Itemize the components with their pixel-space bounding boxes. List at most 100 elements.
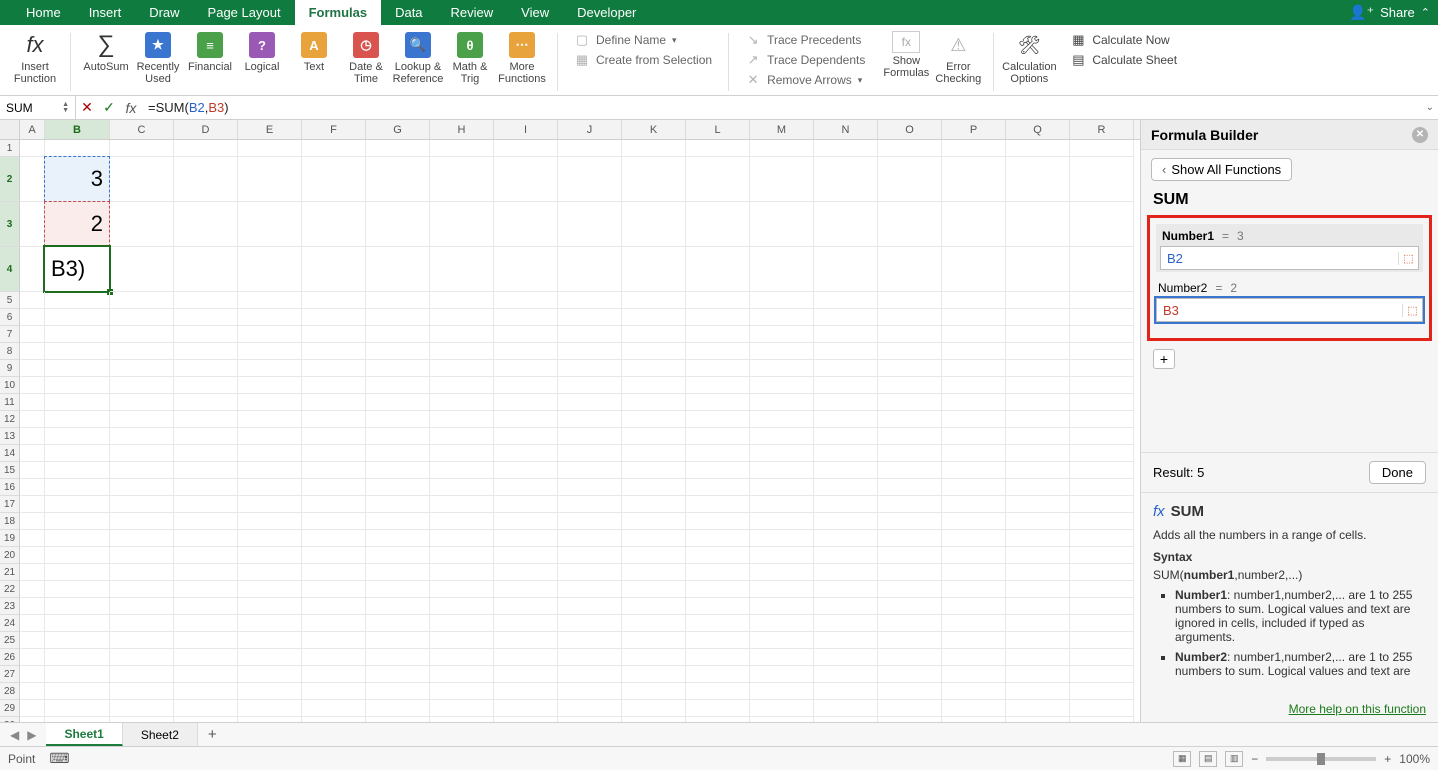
cell[interactable]: [366, 530, 430, 547]
cell[interactable]: [110, 581, 174, 598]
cell[interactable]: [1006, 496, 1070, 513]
cell[interactable]: [1070, 581, 1134, 598]
cell[interactable]: [238, 360, 302, 377]
cell[interactable]: [302, 717, 366, 722]
zoom-out-button[interactable]: −: [1251, 752, 1258, 766]
cell[interactable]: [750, 598, 814, 615]
cell[interactable]: [45, 564, 110, 581]
cell[interactable]: [750, 717, 814, 722]
cell[interactable]: [558, 581, 622, 598]
cell[interactable]: [430, 700, 494, 717]
tab-home[interactable]: Home: [12, 0, 75, 25]
cell[interactable]: [1070, 247, 1134, 292]
cell[interactable]: [20, 202, 45, 247]
row-header[interactable]: 4: [0, 247, 20, 292]
cell[interactable]: [430, 581, 494, 598]
cell[interactable]: [942, 530, 1006, 547]
cell[interactable]: [1006, 309, 1070, 326]
cell[interactable]: [45, 360, 110, 377]
cell[interactable]: [750, 157, 814, 202]
cell[interactable]: [238, 598, 302, 615]
cell[interactable]: [1006, 377, 1070, 394]
arg1-field[interactable]: [1161, 251, 1398, 266]
cell[interactable]: [20, 377, 45, 394]
cell[interactable]: [20, 157, 45, 202]
row-header[interactable]: 25: [0, 632, 20, 649]
cell[interactable]: [430, 649, 494, 666]
cell[interactable]: [750, 394, 814, 411]
cell[interactable]: [558, 666, 622, 683]
cell[interactable]: [45, 513, 110, 530]
cell[interactable]: [430, 547, 494, 564]
cell[interactable]: [878, 309, 942, 326]
cell[interactable]: [622, 479, 686, 496]
cell[interactable]: [1070, 445, 1134, 462]
cell[interactable]: [558, 445, 622, 462]
cell[interactable]: [302, 479, 366, 496]
cell[interactable]: [110, 513, 174, 530]
lookup-button[interactable]: 🔍Lookup &Reference: [395, 31, 441, 85]
cell[interactable]: [366, 360, 430, 377]
cell[interactable]: [494, 343, 558, 360]
cell[interactable]: [302, 309, 366, 326]
cell[interactable]: [174, 581, 238, 598]
cell[interactable]: [302, 157, 366, 202]
cell[interactable]: [366, 157, 430, 202]
cell[interactable]: [20, 683, 45, 700]
cell[interactable]: [494, 666, 558, 683]
cell[interactable]: [750, 247, 814, 292]
cell[interactable]: [1006, 394, 1070, 411]
cell[interactable]: [814, 360, 878, 377]
calc-options-button[interactable]: 🛠CalculationOptions: [1006, 31, 1052, 85]
cell[interactable]: [302, 649, 366, 666]
cell[interactable]: [45, 292, 110, 309]
cell[interactable]: [110, 564, 174, 581]
cell[interactable]: [302, 377, 366, 394]
cell[interactable]: [238, 309, 302, 326]
text-button[interactable]: AText: [291, 31, 337, 73]
cell[interactable]: [622, 649, 686, 666]
cell[interactable]: [238, 377, 302, 394]
cell[interactable]: [686, 717, 750, 722]
cell[interactable]: [622, 343, 686, 360]
cell[interactable]: [494, 581, 558, 598]
cell[interactable]: [750, 700, 814, 717]
cell[interactable]: [110, 247, 174, 292]
cell[interactable]: 2: [45, 202, 110, 247]
cell[interactable]: [494, 649, 558, 666]
cell[interactable]: [622, 445, 686, 462]
cell[interactable]: [430, 717, 494, 722]
cell[interactable]: [110, 462, 174, 479]
cell[interactable]: [366, 343, 430, 360]
cell[interactable]: [686, 309, 750, 326]
cell[interactable]: [366, 377, 430, 394]
cell[interactable]: [1006, 140, 1070, 157]
cell[interactable]: [110, 157, 174, 202]
cell[interactable]: [302, 683, 366, 700]
cell[interactable]: [622, 717, 686, 722]
cell[interactable]: [686, 377, 750, 394]
sheet-tab-2[interactable]: Sheet2: [123, 723, 198, 746]
cell[interactable]: [1070, 615, 1134, 632]
row-header[interactable]: 19: [0, 530, 20, 547]
cell[interactable]: [942, 326, 1006, 343]
cell[interactable]: [174, 309, 238, 326]
cell[interactable]: [110, 326, 174, 343]
col-header-c[interactable]: C: [110, 120, 174, 139]
cell[interactable]: [1006, 157, 1070, 202]
row-header[interactable]: 15: [0, 462, 20, 479]
cell[interactable]: [558, 292, 622, 309]
cell[interactable]: [430, 140, 494, 157]
cell[interactable]: [45, 598, 110, 615]
cell[interactable]: [686, 683, 750, 700]
tab-review[interactable]: Review: [437, 0, 508, 25]
cell[interactable]: 3: [45, 157, 110, 202]
cell[interactable]: [430, 530, 494, 547]
cell[interactable]: [45, 411, 110, 428]
cell[interactable]: [110, 479, 174, 496]
col-header-e[interactable]: E: [238, 120, 302, 139]
tab-data[interactable]: Data: [381, 0, 436, 25]
cell[interactable]: [110, 700, 174, 717]
cell[interactable]: [622, 377, 686, 394]
cell[interactable]: [1070, 394, 1134, 411]
